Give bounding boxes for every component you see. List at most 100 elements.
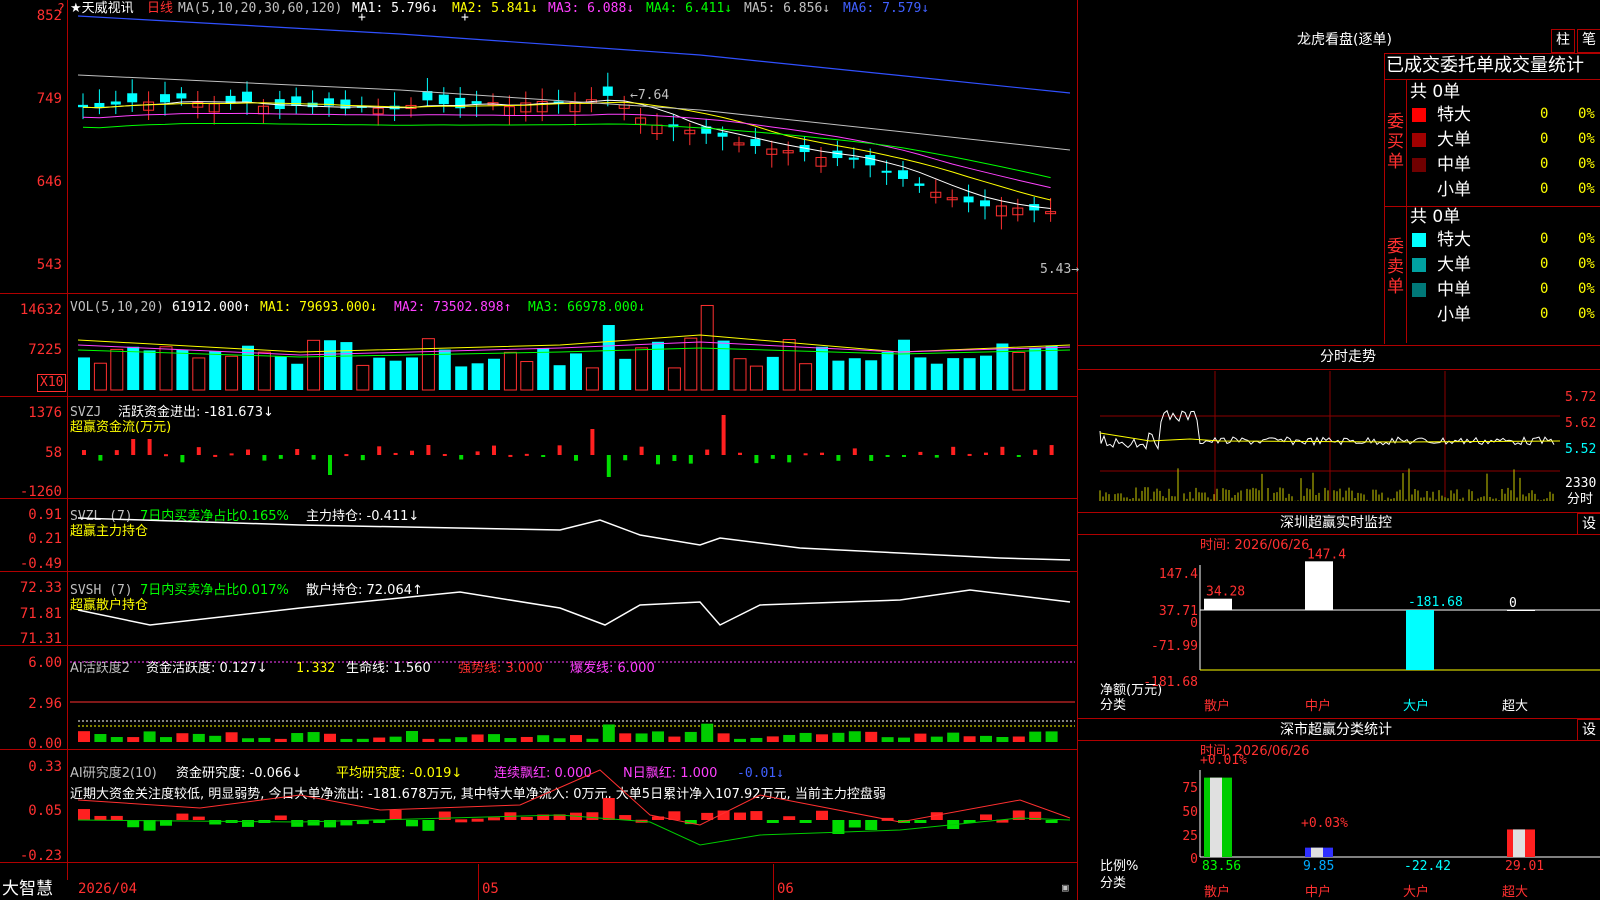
activity-bar (652, 731, 664, 742)
volume-bar (667, 367, 681, 391)
monitor-y-4: -71.99 (1151, 639, 1198, 654)
stats-y-2: 50 (1182, 805, 1198, 820)
volume-bar (307, 339, 321, 391)
volume-bar (1012, 352, 1026, 391)
activity-bar (291, 733, 304, 742)
fund-flow-bar (639, 446, 644, 455)
monitor-xlabel: 分类 (1100, 698, 1127, 713)
stats-bar-value: 29.01 (1505, 859, 1544, 874)
fund-flow-bar (1033, 449, 1038, 455)
fund-flow-bar (951, 446, 956, 455)
stats-y-4: 0 (1190, 852, 1198, 867)
research-bar (865, 820, 878, 830)
candle-body (963, 196, 974, 203)
fund-flow-bar (836, 455, 841, 461)
research-bar (274, 815, 287, 820)
research-bar (110, 815, 123, 820)
sell-row-label: 中单 (1437, 280, 1471, 300)
buy-row-pct: 0% (1578, 156, 1595, 172)
candle-body (176, 93, 187, 99)
stats-top-label: +0.01% (1200, 753, 1247, 768)
buy-row-label: 中单 (1437, 155, 1471, 175)
activity-bar (865, 731, 878, 742)
volume-bar (602, 325, 615, 390)
fund-flow-bar (1000, 446, 1005, 455)
monitor-chart: 34.28 147.4 -181.68 0 (1199, 547, 1600, 671)
volume-bar (963, 358, 976, 390)
activity-bar (438, 738, 451, 742)
fund-flow-bar (344, 454, 349, 457)
monitor-time: 时间: 2026/06/26 (1200, 538, 1310, 553)
activity-bar (586, 738, 599, 742)
research-bar (78, 809, 90, 820)
bar-view-button[interactable]: 柱 (1551, 29, 1575, 53)
buy-row-value: 0 (1540, 156, 1549, 172)
divider (1078, 534, 1600, 535)
activity-bar (471, 734, 484, 742)
activity-bar (1012, 736, 1025, 742)
monitor-bar (1305, 561, 1333, 610)
research-bar (980, 814, 992, 820)
volume-bar (520, 361, 534, 391)
candle-body (602, 86, 613, 96)
research-bar (94, 815, 107, 820)
activity-bar (684, 731, 697, 742)
volume-bar (865, 360, 878, 390)
monitor-y-3: 0 (1190, 616, 1198, 631)
fund-flow-bar (82, 450, 86, 455)
sell-side-label: 委卖单 (1387, 237, 1404, 297)
fund-flow-bar (672, 455, 677, 461)
research-bar (422, 820, 435, 831)
research-bar (438, 811, 451, 820)
volume-bar (110, 348, 124, 391)
research-bar (799, 820, 812, 823)
monitor-bar-value: 147.4 (1307, 547, 1346, 562)
research-bar (406, 820, 418, 827)
pen-view-button[interactable]: 笔 (1577, 29, 1600, 53)
divider (1078, 512, 1600, 513)
stats-chart: 83.56 9.85 -22.42 29.01 +0.01% +0.03% (1199, 753, 1600, 874)
activity-bar (94, 734, 107, 742)
intraday-title: 分时走势 (1320, 349, 1376, 365)
buy-color-swatch (1412, 108, 1426, 122)
fund-flow-bar (229, 453, 234, 456)
fund-flow-bar (360, 455, 365, 461)
fund-flow-bar (574, 455, 578, 461)
volume-bar (78, 357, 90, 390)
stats-cat-1: 散户 (1204, 885, 1231, 900)
candle-body (291, 96, 302, 106)
fund-flow-bar (1016, 455, 1021, 457)
volume-bar (537, 348, 550, 390)
activity-bar (980, 735, 992, 742)
intraday-chart[interactable] (1099, 371, 1562, 506)
activity-bar (192, 733, 205, 742)
stats-settings-button[interactable]: 设 (1577, 719, 1600, 741)
fund-flow-bar (426, 445, 431, 455)
monitor-title: 深圳超赢实时监控 (1280, 515, 1392, 531)
volume-bar (373, 357, 386, 390)
order-tabs[interactable]: 已成交委托单成交量统计 (1386, 55, 1584, 77)
candle-body (865, 154, 876, 166)
activity-bar (340, 738, 353, 742)
fund-flow-bar (869, 455, 874, 461)
research-bar (520, 816, 533, 820)
research-bar (307, 820, 320, 826)
fund-flow-bar (98, 455, 103, 461)
stats-y-1: 75 (1182, 781, 1198, 796)
fund-flow-bar (278, 455, 283, 459)
stats-ylabel: 比例% (1100, 859, 1139, 874)
volume-bar (947, 358, 960, 390)
stats-bar-highlight (1210, 777, 1222, 857)
activity-bar (881, 737, 894, 742)
candle-body (881, 170, 892, 173)
fund-flow-bar (328, 455, 332, 475)
sell-row-value: 0 (1540, 256, 1549, 272)
volume-bar (585, 367, 599, 391)
research-bar (471, 818, 484, 822)
volume-bar (503, 351, 517, 391)
monitor-settings-button[interactable]: 设 (1577, 513, 1600, 535)
sell-row-value: 0 (1540, 281, 1549, 297)
fund-flow-bar (475, 451, 480, 455)
monitor-cat-3: 大户 (1403, 699, 1430, 714)
activity-bar (848, 731, 861, 742)
